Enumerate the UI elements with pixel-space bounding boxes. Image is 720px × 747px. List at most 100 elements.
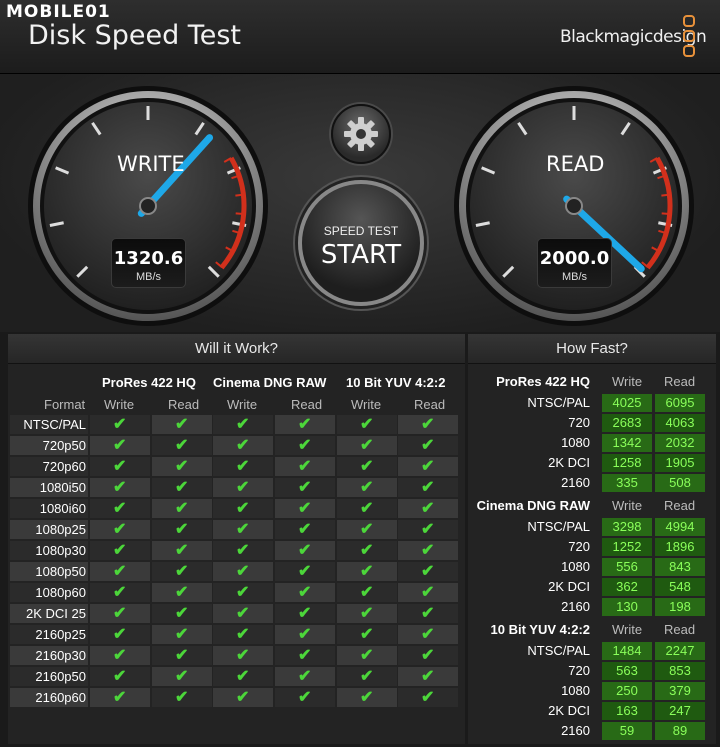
write-column-heading: Write: [612, 498, 643, 513]
checkmark-icon: ✔: [421, 437, 435, 454]
format-row-label: 720p50: [42, 438, 86, 453]
write-speed-value: 1320.6: [113, 248, 184, 269]
read-fps-value: 6095: [655, 394, 705, 412]
format-row-label: 2160p25: [35, 627, 86, 642]
read-fps-value: 198: [655, 598, 705, 616]
speed-row-label: NTSC/PAL: [527, 395, 590, 410]
read-gauge: [452, 84, 696, 328]
how-fast-title: How Fast?: [468, 334, 716, 364]
format-row-label: 1080p50: [35, 564, 86, 579]
read-fps-value: 379: [655, 682, 705, 700]
speed-row-label: 720: [568, 539, 590, 554]
write-dial: [28, 86, 268, 326]
checkmark-icon: ✔: [421, 668, 435, 685]
checkmark-icon: ✔: [236, 626, 250, 643]
write-fps-value: 130: [602, 598, 652, 616]
will-it-work-title: Will it Work?: [8, 334, 465, 364]
checkmark-icon: ✔: [360, 647, 374, 664]
checkmark-icon: ✔: [298, 689, 312, 706]
checkmark-icon: ✔: [113, 584, 127, 601]
checkmark-icon: ✔: [113, 563, 127, 580]
checkmark-icon: ✔: [360, 500, 374, 517]
format-row-label: 2160p30: [35, 648, 86, 663]
checkmark-icon: ✔: [175, 479, 189, 496]
read-column-heading: Read: [291, 397, 323, 412]
format-row-label: 2K DCI 25: [26, 606, 86, 621]
brand-logo-icon: [683, 15, 697, 60]
checkmark-icon: ✔: [421, 416, 435, 433]
checkmark-icon: ✔: [298, 479, 312, 496]
checkmark-icon: ✔: [298, 542, 312, 559]
checkmark-icon: ✔: [236, 605, 250, 622]
speed-row-label: 720: [568, 415, 590, 430]
speed-test-start-button[interactable]: SPEED TEST START: [298, 180, 424, 306]
read-fps-value: 1896: [655, 538, 705, 556]
checkmark-icon: ✔: [298, 605, 312, 622]
write-column-heading: Write: [612, 374, 643, 389]
format-row-label: NTSC/PAL: [23, 417, 86, 432]
checkmark-icon: ✔: [421, 521, 435, 538]
checkmark-icon: ✔: [113, 605, 127, 622]
read-fps-value: 548: [655, 578, 705, 596]
read-column-heading: Read: [664, 498, 696, 513]
checkmark-icon: ✔: [421, 647, 435, 664]
checkmark-icon: ✔: [298, 416, 312, 433]
checkmark-icon: ✔: [175, 563, 189, 580]
read-fps-value: 853: [655, 662, 705, 680]
checkmark-icon: ✔: [298, 626, 312, 643]
checkmark-icon: ✔: [236, 689, 250, 706]
checkmark-icon: ✔: [175, 542, 189, 559]
checkmark-icon: ✔: [360, 626, 374, 643]
write-column-heading: Write: [612, 622, 643, 637]
checkmark-icon: ✔: [421, 605, 435, 622]
start-button-label: START: [320, 240, 402, 270]
write-fps-value: 250: [602, 682, 652, 700]
checkmark-icon: ✔: [113, 500, 127, 517]
checkmark-icon: ✔: [360, 689, 374, 706]
checkmark-icon: ✔: [421, 542, 435, 559]
title-bar: MOBILE01 Disk Speed Test Blackmagicdesig…: [0, 0, 720, 74]
speed-row-label: 2K DCI: [548, 579, 590, 594]
write-fps-value: 2683: [602, 414, 652, 432]
checkmark-icon: ✔: [113, 689, 127, 706]
write-fps-value: 1258: [602, 454, 652, 472]
codec-heading: ProRes 422 HQ: [496, 374, 590, 389]
checkmark-icon: ✔: [236, 542, 250, 559]
write-column-heading: Write: [104, 397, 135, 412]
write-fps-value: 1342: [602, 434, 652, 452]
checkmark-icon: ✔: [236, 458, 250, 475]
checkmark-icon: ✔: [236, 668, 250, 685]
format-column-heading: Format: [44, 397, 86, 412]
checkmark-icon: ✔: [360, 542, 374, 559]
write-fps-value: 1484: [602, 642, 652, 660]
checkmark-icon: ✔: [175, 416, 189, 433]
write-fps-value: 1252: [602, 538, 652, 556]
codec-heading: Cinema DNG RAW: [476, 498, 590, 513]
checkmark-icon: ✔: [175, 437, 189, 454]
read-fps-value: 2247: [655, 642, 705, 660]
format-row-label: 1080i60: [39, 501, 86, 516]
checkmark-icon: ✔: [298, 437, 312, 454]
start-button-caption: SPEED TEST: [323, 224, 399, 238]
checkmark-icon: ✔: [421, 479, 435, 496]
read-column-heading: Read: [414, 397, 446, 412]
checkmark-icon: ✔: [360, 668, 374, 685]
checkmark-icon: ✔: [113, 416, 127, 433]
format-row-label: 2160p60: [35, 690, 86, 705]
checkmark-icon: ✔: [298, 584, 312, 601]
settings-button[interactable]: [331, 104, 391, 164]
codec-heading: 10 Bit YUV 4:2:2: [346, 375, 446, 390]
speed-row-label: NTSC/PAL: [527, 519, 590, 534]
checkmark-icon: ✔: [236, 584, 250, 601]
checkmark-icon: ✔: [236, 647, 250, 664]
write-fps-value: 3298: [602, 518, 652, 536]
checkmark-icon: ✔: [421, 689, 435, 706]
write-column-heading: Write: [351, 397, 382, 412]
checkmark-icon: ✔: [360, 563, 374, 580]
checkmark-icon: ✔: [113, 437, 127, 454]
write-fps-value: 335: [602, 474, 652, 492]
checkmark-icon: ✔: [421, 626, 435, 643]
read-fps-value: 508: [655, 474, 705, 492]
speed-row-label: 2160: [561, 475, 590, 490]
will-it-work-panel: Will it Work? ProRes 422 HQ Cinema DNG RA…: [8, 334, 465, 744]
